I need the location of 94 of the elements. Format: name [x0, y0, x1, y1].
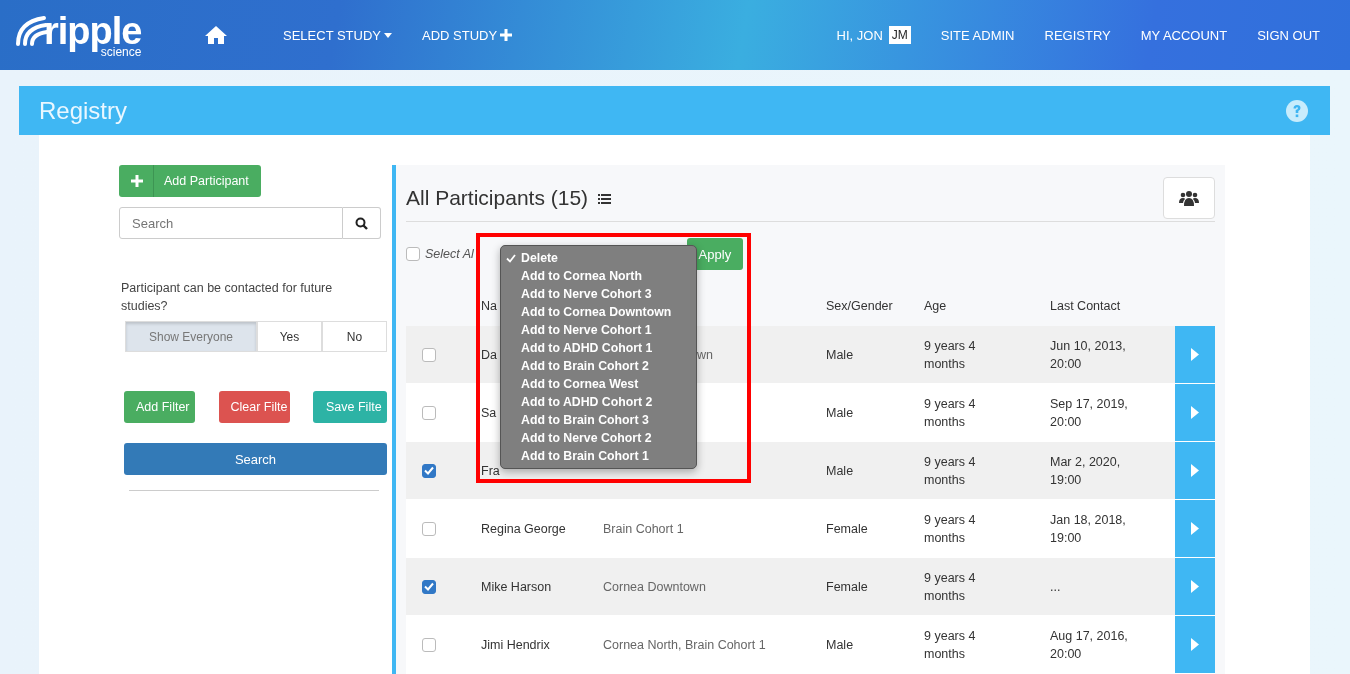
play-icon: [1191, 522, 1199, 535]
cohort-cell: Cornea Downtown: [603, 579, 706, 594]
name-cell-text: Mike Harson: [481, 578, 552, 596]
name-cell-text: Fra: [481, 462, 500, 480]
cohort-cell: Cornea North, Brain Cohort 1: [603, 637, 766, 652]
checkbox[interactable]: [406, 247, 420, 261]
nav-link[interactable]: MY ACCOUNT: [1140, 27, 1228, 43]
sex-cell-text: Male: [826, 636, 854, 654]
toggle-option[interactable]: Yes: [257, 321, 322, 352]
age-cell-text: 9 years 4 months: [924, 395, 977, 431]
sex-cell-text: Male: [826, 462, 854, 480]
age-cell-text: 9 years 4 months: [924, 627, 977, 663]
sex-cell-text: Female: [826, 520, 868, 538]
checkbox[interactable]: [422, 463, 436, 478]
last-contact-cell-text: Sep 17, 2019, 20:00: [1050, 395, 1129, 431]
sex-cell-text: Female: [826, 578, 868, 596]
home-icon[interactable]: [204, 25, 228, 45]
column-header: Age: [924, 299, 947, 313]
name-cell-text: Jimi Hendrix: [481, 636, 550, 654]
nav-link[interactable]: SELECT STUDY: [283, 27, 392, 43]
menu-item[interactable]: Add to Nerve Cohort 3: [501, 285, 696, 303]
name-cell-text: Sa: [481, 404, 497, 422]
plus-icon: [500, 29, 513, 41]
section-title: All Participants (15): [406, 186, 589, 210]
list-icon[interactable]: [598, 192, 612, 204]
last-contact-cell-text: Mar 2, 2020, 19:00: [1050, 453, 1122, 489]
open-row-button[interactable]: [1175, 558, 1215, 615]
filter-button[interactable]: Add Filter: [124, 391, 195, 423]
last-contact-cell-text: Jun 10, 2013, 20:00: [1050, 337, 1127, 373]
open-row-button[interactable]: [1175, 326, 1215, 383]
add-participant-button[interactable]: Add Participant: [119, 165, 261, 197]
cohort-cell: Brain Cohort 1: [603, 521, 684, 536]
name-cell-text: Da: [481, 346, 497, 364]
open-row-button[interactable]: [1175, 500, 1215, 557]
filter-question: Participant can be contacted for future studies?: [121, 280, 334, 315]
open-row-button[interactable]: [1175, 616, 1215, 673]
nav-link[interactable]: REGISTRY: [1044, 27, 1111, 43]
menu-item[interactable]: Add to ADHD Cohort 2: [501, 393, 696, 411]
column-header: Last Contact: [1050, 299, 1121, 313]
menu-item[interactable]: Add to Nerve Cohort 1: [501, 321, 696, 339]
age-cell-text: 9 years 4 months: [924, 337, 977, 373]
checkbox[interactable]: [422, 521, 436, 536]
user-initials-badge[interactable]: JM: [888, 26, 911, 44]
greeting: HI, JON: [836, 27, 883, 43]
age-cell-text: 9 years 4 months: [924, 453, 977, 489]
menu-item[interactable]: Add to ADHD Cohort 1: [501, 339, 696, 357]
sex-cell-text: Male: [826, 404, 854, 422]
last-contact-cell-text: ...: [1050, 578, 1061, 596]
checkbox[interactable]: [422, 347, 436, 362]
checkbox[interactable]: [422, 405, 436, 420]
page-title: Registry: [39, 96, 128, 125]
play-icon: [1191, 580, 1199, 593]
menu-item[interactable]: Add to Nerve Cohort 2: [501, 429, 696, 447]
name-cell-text: Regina George: [481, 520, 566, 538]
toggle-option[interactable]: Show Everyone: [125, 321, 257, 352]
checkbox[interactable]: [422, 579, 436, 594]
play-icon: [1191, 638, 1199, 651]
age-cell-text: 9 years 4 months: [924, 511, 977, 547]
toggle-option[interactable]: No: [322, 321, 387, 352]
last-contact-cell-text: Aug 17, 2016, 20:00: [1050, 627, 1129, 663]
last-contact-cell-text: Jan 18, 2018, 19:00: [1050, 511, 1127, 547]
search-field[interactable]: Search: [119, 207, 343, 239]
open-row-button[interactable]: [1175, 384, 1215, 441]
filter-button[interactable]: Save Filte: [313, 391, 387, 423]
menu-item[interactable]: Add to Cornea North: [501, 267, 696, 285]
group-button[interactable]: [1163, 177, 1215, 219]
checkbox[interactable]: [422, 637, 436, 652]
search-button[interactable]: Search: [124, 443, 387, 475]
help-icon[interactable]: [1286, 99, 1308, 122]
menu-item[interactable]: Add to Brain Cohort 2: [501, 357, 696, 375]
nav-link[interactable]: ADD STUDY: [422, 27, 513, 43]
open-row-button[interactable]: [1175, 442, 1215, 499]
nav-link[interactable]: SIGN OUT: [1257, 27, 1320, 43]
play-icon: [1191, 406, 1199, 419]
age-cell-text: 9 years 4 months: [924, 569, 977, 605]
search-icon: [355, 216, 368, 230]
cohort-cell: wn: [697, 347, 713, 362]
caret-icon: [384, 32, 392, 38]
plus-icon: [131, 175, 143, 187]
check-icon: [506, 253, 516, 263]
sex-cell-text: Male: [826, 346, 854, 364]
menu-item[interactable]: Add to Cornea Downtown: [501, 303, 696, 321]
filter-button[interactable]: Clear Filte: [218, 391, 290, 423]
play-icon: [1191, 464, 1199, 477]
column-header: Na: [481, 299, 497, 313]
play-icon: [1191, 348, 1199, 361]
select-all-label: Select Al: [425, 247, 474, 261]
menu-item[interactable]: Add to Cornea West: [501, 375, 696, 393]
users-icon: [1179, 190, 1199, 206]
menu-item[interactable]: Add to Brain Cohort 3: [501, 411, 696, 429]
menu-item[interactable]: Add to Brain Cohort 1: [501, 447, 696, 465]
column-header: Sex/Gender: [826, 299, 893, 313]
nav-link[interactable]: SITE ADMIN: [940, 27, 1015, 43]
search-button[interactable]: [343, 207, 381, 239]
